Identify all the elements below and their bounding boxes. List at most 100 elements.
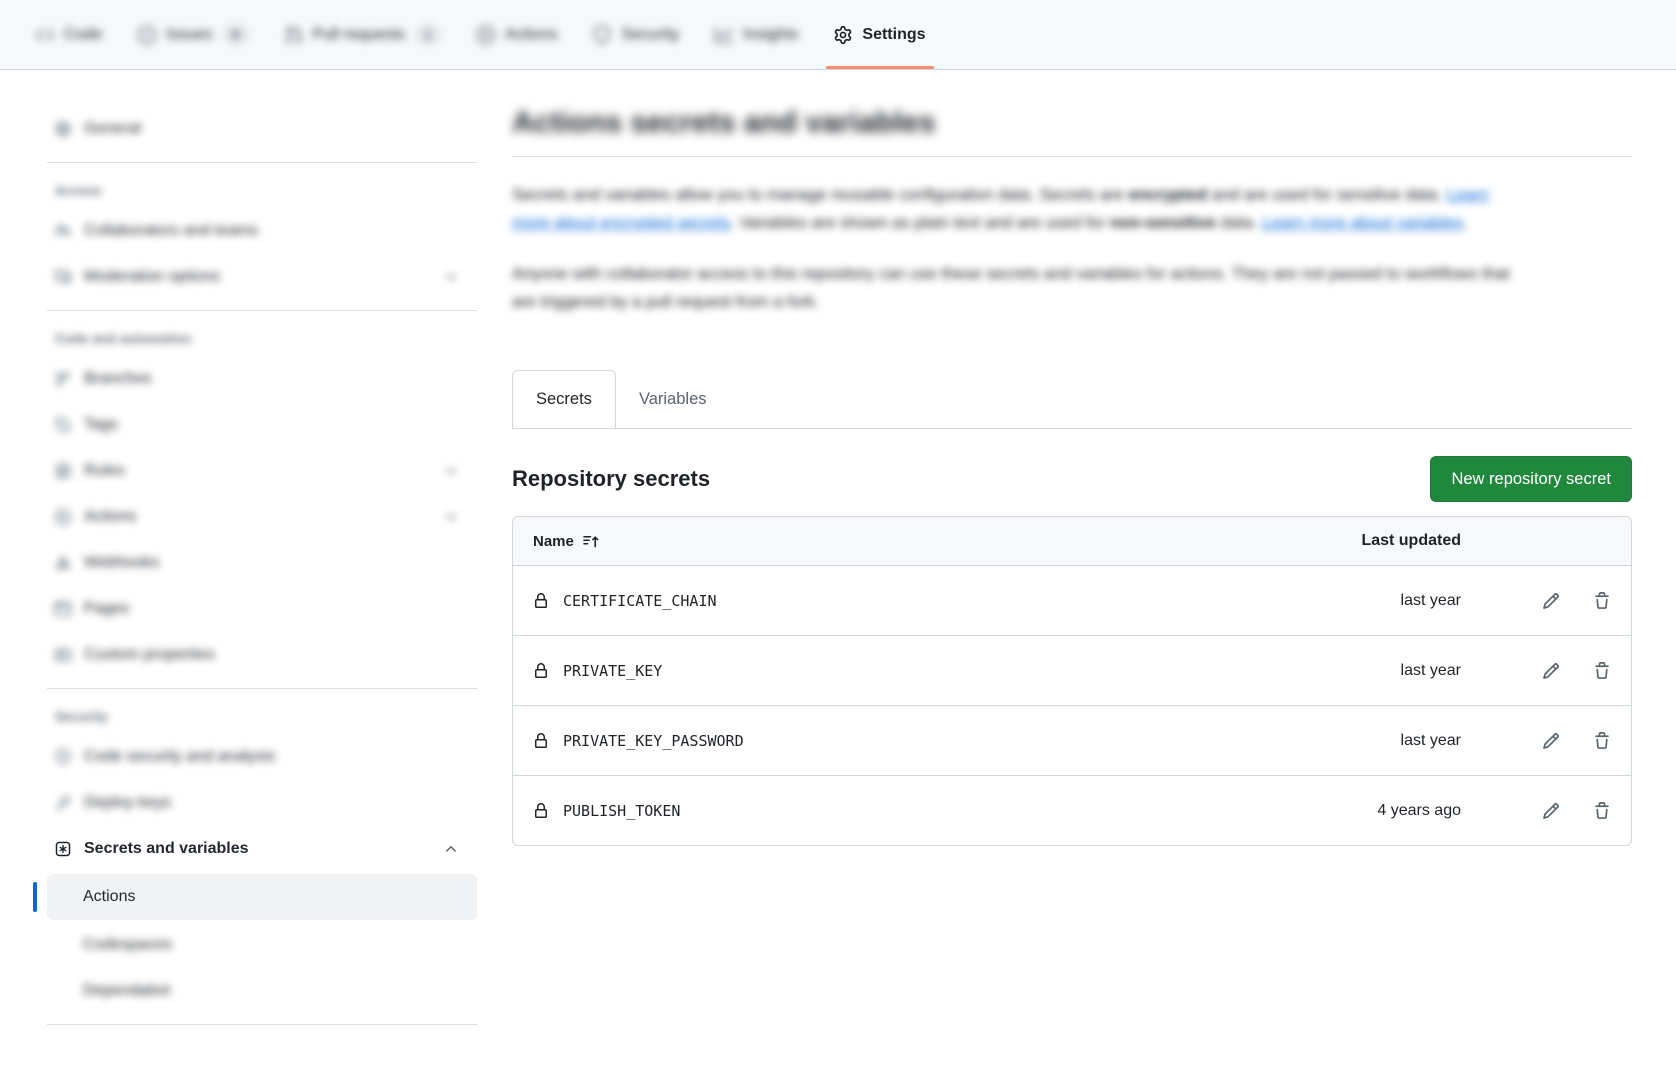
chevron-up-icon <box>443 841 459 857</box>
delete-secret-button[interactable] <box>1593 662 1611 680</box>
secret-name-cell: PRIVATE_KEY <box>533 662 1311 680</box>
lock-icon <box>533 733 549 749</box>
browser-icon <box>55 601 71 617</box>
trash-icon <box>1593 592 1611 610</box>
title-divider <box>512 156 1632 157</box>
main-content: Actions secrets and variables Secrets an… <box>477 70 1676 1074</box>
sidebar-item-actions[interactable]: Actions <box>47 874 477 920</box>
secret-name: PRIVATE_KEY_PASSWORD <box>563 732 744 750</box>
lock-icon <box>533 803 549 819</box>
chevron-down-icon <box>443 463 459 479</box>
github-repo-settings-page: CodeIssues8Pull requests1ActionsSecurity… <box>0 0 1676 1074</box>
last-updated-value: 4 years ago <box>1311 802 1461 820</box>
nav-tab-code[interactable]: Code <box>22 0 116 69</box>
name-column-header-cell: Name <box>533 533 1311 550</box>
sidebar-item-secrets-and-variables[interactable]: Secrets and variables <box>47 828 477 870</box>
gear-icon <box>834 26 852 44</box>
intro-text: and are used for sensitive data. <box>1207 186 1446 204</box>
edit-secret-button[interactable] <box>1542 732 1560 750</box>
new-repository-secret-button[interactable]: New repository secret <box>1430 456 1632 502</box>
sidebar-item-actions[interactable]: Actions <box>47 496 477 538</box>
nav-tab-pull-requests[interactable]: Pull requests1 <box>271 0 456 69</box>
trash-icon <box>1593 732 1611 750</box>
row-actions <box>1483 802 1611 820</box>
sidebar-section-title: Code and automation <box>55 331 477 346</box>
webhook-icon <box>55 555 71 571</box>
page-layout: General Access Collaborators and teams Mode… <box>0 70 1676 1074</box>
sidebar-item-rules[interactable]: Rules <box>47 450 477 492</box>
people-icon <box>55 223 71 239</box>
sidebar-item-code-security-and-analysis[interactable]: Code security and analysis <box>47 736 477 778</box>
sidebar-item-tags[interactable]: Tags <box>47 404 477 446</box>
sidebar-item-label: Tags <box>84 416 469 434</box>
nav-tab-label: Insights <box>743 26 798 44</box>
graph-icon <box>715 26 733 44</box>
sidebar-item-label: Code security and analysis <box>84 748 469 766</box>
intro-paragraph: Secrets and variables allow you to manag… <box>512 181 1524 237</box>
row-actions <box>1483 592 1611 610</box>
secret-name-cell: PRIVATE_KEY_PASSWORD <box>533 732 1311 750</box>
sort-ascending-icon[interactable] <box>583 533 599 549</box>
pencil-icon <box>1542 592 1560 610</box>
sidebar-item-branches[interactable]: Branches <box>47 358 477 400</box>
sidebar-item-custom-properties[interactable]: Custom properties <box>47 634 477 676</box>
secret-row-certificate-chain: CERTIFICATE_CHAINlast year <box>513 565 1631 635</box>
tab-secrets[interactable]: Secrets <box>512 370 616 428</box>
delete-secret-button[interactable] <box>1593 732 1611 750</box>
settings-sidebar-list: General Access Collaborators and teams Mode… <box>33 108 477 1025</box>
sidebar-item-label: Dependabot <box>83 982 469 1000</box>
sidebar-item-moderation-options[interactable]: Moderation options <box>47 256 477 298</box>
trash-icon <box>1593 662 1611 680</box>
last-updated-column-header: Last updated <box>1311 532 1461 550</box>
secret-name-cell: CERTIFICATE_CHAIN <box>533 592 1311 610</box>
chevron-down-icon <box>443 269 459 285</box>
sidebar-item-label: Deploy keys <box>84 794 469 812</box>
delete-secret-button[interactable] <box>1593 802 1611 820</box>
tab-variables[interactable]: Variables <box>616 370 730 428</box>
edit-secret-button[interactable] <box>1542 802 1560 820</box>
sidebar-item-codespaces[interactable]: Codespaces <box>47 924 477 966</box>
tag-icon <box>55 417 71 433</box>
sidebar-section-title: Security <box>55 709 477 724</box>
sidebar-item-label: Moderation options <box>84 268 443 286</box>
nav-tab-issues[interactable]: Issues8 <box>124 0 262 69</box>
section-heading: Repository secrets <box>512 466 710 492</box>
sidebar-divider <box>47 162 477 163</box>
edit-secret-button[interactable] <box>1542 592 1560 610</box>
fork-note-paragraph: Anyone with collaborator access to this … <box>512 260 1524 316</box>
settings-sidebar: General Access Collaborators and teams Mode… <box>33 70 477 1074</box>
name-column-header: Name <box>533 533 574 550</box>
nav-tab-actions[interactable]: Actions <box>463 0 571 69</box>
sidebar-item-deploy-keys[interactable]: Deploy keys <box>47 782 477 824</box>
nav-tab-settings[interactable]: Settings <box>820 0 939 69</box>
nav-tab-insights[interactable]: Insights <box>701 0 812 69</box>
sidebar-divider <box>47 310 477 311</box>
sidebar-item-dependabot[interactable]: Dependabot <box>47 970 477 1012</box>
row-actions <box>1483 732 1611 750</box>
edit-secret-button[interactable] <box>1542 662 1560 680</box>
git-branch-icon <box>55 371 71 387</box>
sidebar-item-pages[interactable]: Pages <box>47 588 477 630</box>
nav-tab-security[interactable]: Security <box>579 0 693 69</box>
sidebar-item-webhooks[interactable]: Webhooks <box>47 542 477 584</box>
repository-secrets-header-row: Repository secrets New repository secret <box>512 456 1632 502</box>
shield-lock-icon <box>55 749 71 765</box>
repository-secrets-table: Name Last updated CERTIFICATE_CHAINlast … <box>512 516 1632 846</box>
nav-tab-label: Security <box>621 26 679 44</box>
secret-row-private-key-password: PRIVATE_KEY_PASSWORDlast year <box>513 705 1631 775</box>
intro-text: . <box>1463 214 1468 232</box>
pencil-icon <box>1542 802 1560 820</box>
pencil-icon <box>1542 732 1560 750</box>
intro-text: . Variables are shown as plain text and … <box>730 214 1109 232</box>
secret-name: PUBLISH_TOKEN <box>563 802 680 820</box>
sidebar-item-general[interactable]: General <box>47 108 477 150</box>
secrets-variables-tabs: SecretsVariables <box>512 370 1632 429</box>
sidebar-item-label: Branches <box>84 370 469 388</box>
sidebar-item-label: Actions <box>83 888 469 906</box>
learn-more-link[interactable]: Learn more about variables <box>1262 214 1463 232</box>
rules-icon <box>55 463 71 479</box>
sidebar-item-collaborators-and-teams[interactable]: Collaborators and teams <box>47 210 477 252</box>
sidebar-item-label: Rules <box>84 462 443 480</box>
sidebar-section-title: Access <box>55 183 477 198</box>
delete-secret-button[interactable] <box>1593 592 1611 610</box>
